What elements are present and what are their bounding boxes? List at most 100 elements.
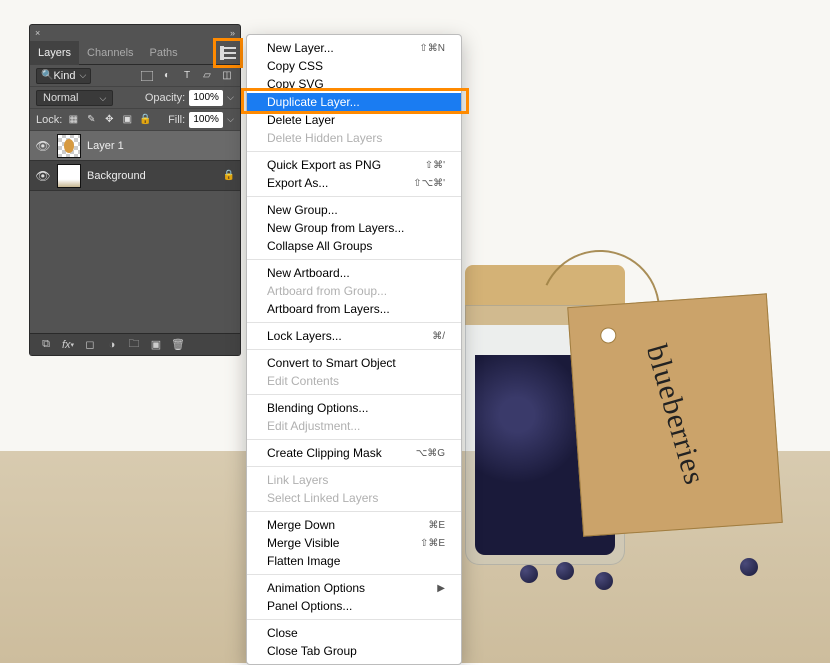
blend-mode-select[interactable]: Normal ⌵	[36, 90, 113, 106]
menu-separator	[247, 394, 461, 395]
menu-separator	[247, 439, 461, 440]
menu-artboard-from-group: Artboard from Group...	[247, 282, 461, 300]
menu-link-layers: Link Layers	[247, 471, 461, 489]
new-layer-icon[interactable]: ▣	[148, 337, 164, 353]
kind-filter-select[interactable]: 🔍 Kind ⌵	[36, 68, 91, 84]
menu-artboard-from-layers[interactable]: Artboard from Layers...	[247, 300, 461, 318]
kind-label: Kind	[53, 70, 75, 82]
menu-separator	[247, 619, 461, 620]
menu-lock-layers[interactable]: Lock Layers...⌘/	[247, 327, 461, 345]
menu-new-group[interactable]: New Group...	[247, 201, 461, 219]
menu-close-tab-group[interactable]: Close Tab Group	[247, 642, 461, 660]
layer-row[interactable]: 👁 Background 🔒	[30, 161, 240, 191]
opacity-label: Opacity:	[145, 92, 185, 104]
berry	[556, 562, 574, 580]
menu-delete-layer[interactable]: Delete Layer	[247, 111, 461, 129]
lock-brush-icon[interactable]: ✎	[84, 113, 98, 127]
opacity-input[interactable]: 100%	[189, 90, 223, 106]
lock-label: Lock:	[36, 114, 62, 126]
lock-icon: 🔒	[223, 170, 235, 181]
blend-row: Normal ⌵ Opacity: 100% ⌵	[30, 87, 240, 109]
filter-smart-icon[interactable]: ◫	[220, 69, 234, 83]
menu-edit-contents: Edit Contents	[247, 372, 461, 390]
layers-list: 👁 Layer 1 👁 Background 🔒	[30, 131, 240, 191]
visibility-toggle-icon[interactable]: 👁	[35, 138, 51, 154]
berry	[520, 565, 538, 583]
layer-thumbnail[interactable]	[57, 164, 81, 188]
panel-close-icon[interactable]: ×	[35, 28, 40, 38]
menu-new-layer[interactable]: New Layer...⇧⌘N	[247, 39, 461, 57]
chevron-icon: ⌵	[100, 93, 107, 103]
menu-panel-options[interactable]: Panel Options...	[247, 597, 461, 615]
tab-layers[interactable]: Layers	[30, 41, 79, 65]
lock-all-icon[interactable]: 🔒	[138, 113, 152, 127]
filter-pixel-icon[interactable]	[140, 69, 154, 83]
menu-separator	[247, 259, 461, 260]
layer-row[interactable]: 👁 Layer 1	[30, 131, 240, 161]
menu-edit-adjustment: Edit Adjustment...	[247, 417, 461, 435]
new-group-icon[interactable]: 🗀	[126, 337, 142, 353]
panel-flyout-menu-button[interactable]	[216, 41, 240, 65]
lock-row: Lock: ▦ ✎ ✥ ▣ 🔒 Fill: 100% ⌵	[30, 109, 240, 131]
panel-tabs: Layers Channels Paths	[30, 41, 240, 65]
menu-duplicate-layer[interactable]: Duplicate Layer...	[247, 93, 461, 111]
layer-filter-row: 🔍 Kind ⌵ ◐ T ▱ ◫	[30, 65, 240, 87]
menu-new-artboard[interactable]: New Artboard...	[247, 264, 461, 282]
menu-separator	[247, 511, 461, 512]
submenu-arrow-icon: ▶	[437, 583, 445, 594]
menu-separator	[247, 466, 461, 467]
fill-input[interactable]: 100%	[189, 112, 223, 128]
price-tag-graphic: blueberries	[567, 293, 783, 536]
layers-flyout-menu: New Layer...⇧⌘N Copy CSS Copy SVG Duplic…	[246, 34, 462, 665]
panel-collapse-icon[interactable]: »	[230, 28, 235, 38]
menu-separator	[247, 322, 461, 323]
visibility-toggle-icon[interactable]: 👁	[35, 168, 51, 184]
filter-shape-icon[interactable]: ▱	[200, 69, 214, 83]
layer-mask-icon[interactable]: ◻	[82, 337, 98, 353]
menu-delete-hidden: Delete Hidden Layers	[247, 129, 461, 147]
filter-adjustment-icon[interactable]: ◐	[160, 69, 174, 83]
lock-move-icon[interactable]: ✥	[102, 113, 116, 127]
layer-style-icon[interactable]: fx▾	[60, 337, 76, 353]
panel-bottom-bar: ⧉ fx▾ ◻ ◑ 🗀 ▣ 🗑	[30, 333, 240, 355]
menu-collapse-all[interactable]: Collapse All Groups	[247, 237, 461, 255]
berry	[740, 558, 758, 576]
menu-blending-options[interactable]: Blending Options...	[247, 399, 461, 417]
blend-mode-value: Normal	[43, 92, 78, 104]
menu-merge-visible[interactable]: Merge Visible⇧⌘E	[247, 534, 461, 552]
search-icon: 🔍	[41, 70, 53, 81]
adjustment-layer-icon[interactable]: ◑	[104, 337, 120, 353]
chevron-icon[interactable]: ⌵	[227, 114, 234, 125]
menu-quick-export[interactable]: Quick Export as PNG⇧⌘'	[247, 156, 461, 174]
menu-export-as[interactable]: Export As...⇧⌥⌘'	[247, 174, 461, 192]
delete-layer-icon[interactable]: 🗑	[170, 337, 186, 353]
menu-new-group-from[interactable]: New Group from Layers...	[247, 219, 461, 237]
layers-panel: × » Layers Channels Paths 🔍 Kind ⌵ ◐ T ▱…	[30, 25, 240, 355]
menu-separator	[247, 151, 461, 152]
lock-artboard-icon[interactable]: ▣	[120, 113, 134, 127]
lock-transparent-icon[interactable]: ▦	[66, 113, 80, 127]
menu-separator	[247, 196, 461, 197]
fill-label: Fill:	[168, 114, 185, 126]
layer-name[interactable]: Layer 1	[87, 140, 235, 152]
menu-convert-smart[interactable]: Convert to Smart Object	[247, 354, 461, 372]
menu-separator	[247, 574, 461, 575]
filter-type-icon[interactable]: T	[180, 69, 194, 83]
layer-thumbnail[interactable]	[57, 134, 81, 158]
chevron-icon[interactable]: ⌵	[227, 92, 234, 103]
menu-copy-svg[interactable]: Copy SVG	[247, 75, 461, 93]
berry	[595, 572, 613, 590]
menu-animation-options[interactable]: Animation Options▶	[247, 579, 461, 597]
menu-copy-css[interactable]: Copy CSS	[247, 57, 461, 75]
link-layers-icon[interactable]: ⧉	[38, 337, 54, 353]
menu-separator	[247, 349, 461, 350]
menu-select-linked: Select Linked Layers	[247, 489, 461, 507]
tab-paths[interactable]: Paths	[142, 41, 186, 65]
tab-channels[interactable]: Channels	[79, 41, 141, 65]
menu-merge-down[interactable]: Merge Down⌘E	[247, 516, 461, 534]
menu-flatten-image[interactable]: Flatten Image	[247, 552, 461, 570]
chevron-icon: ⌵	[79, 70, 86, 81]
layer-name[interactable]: Background	[87, 170, 217, 182]
menu-close[interactable]: Close	[247, 624, 461, 642]
menu-create-clipping-mask[interactable]: Create Clipping Mask⌥⌘G	[247, 444, 461, 462]
